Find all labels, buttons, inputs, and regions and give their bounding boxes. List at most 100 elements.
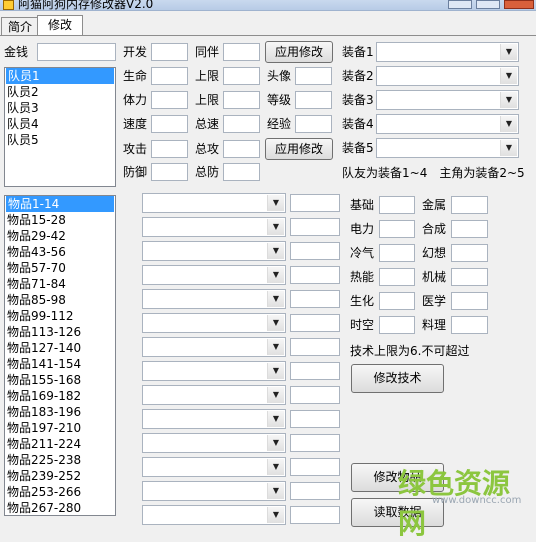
item-quantity-input[interactable] <box>290 314 340 332</box>
item-list[interactable]: 物品1-14 物品15-28 物品29-42 物品43-56 物品57-70 物品71-8… <box>4 195 116 516</box>
item-select[interactable]: ▼ <box>142 337 286 357</box>
stat-input[interactable] <box>223 91 260 109</box>
item-quantity-input[interactable] <box>290 386 340 404</box>
chevron-down-icon[interactable]: ▼ <box>500 116 517 132</box>
tech-input[interactable] <box>379 244 415 262</box>
item-quantity-input[interactable] <box>290 506 340 524</box>
tech-input[interactable] <box>379 316 415 334</box>
item-list-item[interactable]: 物品211-224 <box>5 436 115 452</box>
chevron-down-icon[interactable]: ▼ <box>500 44 517 60</box>
item-select[interactable]: ▼ <box>142 361 286 381</box>
chevron-down-icon[interactable]: ▼ <box>267 219 284 235</box>
tech-input[interactable] <box>451 268 488 286</box>
chevron-down-icon[interactable]: ▼ <box>500 140 517 156</box>
item-list-item[interactable]: 物品169-182 <box>5 388 115 404</box>
item-list-item[interactable]: 物品85-98 <box>5 292 115 308</box>
chevron-down-icon[interactable]: ▼ <box>267 315 284 331</box>
tech-input[interactable] <box>379 196 415 214</box>
item-select[interactable]: ▼ <box>142 289 286 309</box>
chevron-down-icon[interactable]: ▼ <box>267 387 284 403</box>
chevron-down-icon[interactable]: ▼ <box>267 243 284 259</box>
stat-input[interactable] <box>223 115 260 133</box>
chevron-down-icon[interactable]: ▼ <box>267 459 284 475</box>
item-quantity-input[interactable] <box>290 194 340 212</box>
stat-input[interactable] <box>151 91 188 109</box>
item-list-item[interactable]: 物品197-210 <box>5 420 115 436</box>
item-select[interactable]: ▼ <box>142 241 286 261</box>
item-quantity-input[interactable] <box>290 410 340 428</box>
stat-input[interactable] <box>223 163 260 181</box>
item-list-item[interactable]: 物品113-126 <box>5 324 115 340</box>
modify-tech-button[interactable]: 修改技术 <box>351 364 444 393</box>
stat-input[interactable] <box>151 67 188 85</box>
item-select[interactable]: ▼ <box>142 433 286 453</box>
equipment-select[interactable]: ▼ <box>376 114 519 134</box>
item-select[interactable]: ▼ <box>142 313 286 333</box>
item-select[interactable]: ▼ <box>142 481 286 501</box>
stat-input[interactable] <box>295 67 332 85</box>
chevron-down-icon[interactable]: ▼ <box>267 339 284 355</box>
chevron-down-icon[interactable]: ▼ <box>267 267 284 283</box>
tech-input[interactable] <box>379 220 415 238</box>
chevron-down-icon[interactable]: ▼ <box>267 507 284 523</box>
item-select[interactable]: ▼ <box>142 217 286 237</box>
item-select[interactable]: ▼ <box>142 193 286 213</box>
item-list-item[interactable]: 物品99-112 <box>5 308 115 324</box>
equipment-select[interactable]: ▼ <box>376 90 519 110</box>
gold-input[interactable] <box>37 43 116 61</box>
member-list[interactable]: 队员1 队员2 队员3 队员4 队员5 <box>4 67 116 187</box>
tech-input[interactable] <box>451 244 488 262</box>
tech-input[interactable] <box>451 316 488 334</box>
item-list-item[interactable]: 物品267-280 <box>5 500 115 515</box>
stat-input[interactable] <box>295 91 332 109</box>
item-list-item[interactable]: 物品1-14 <box>6 196 114 212</box>
item-list-item[interactable]: 物品57-70 <box>5 260 115 276</box>
tech-input[interactable] <box>451 292 488 310</box>
chevron-down-icon[interactable]: ▼ <box>267 435 284 451</box>
item-quantity-input[interactable] <box>290 290 340 308</box>
stat-input[interactable] <box>151 163 188 181</box>
stat-input[interactable] <box>223 67 260 85</box>
stat-input[interactable] <box>151 43 188 61</box>
member-list-item[interactable]: 队员3 <box>5 100 115 116</box>
stat-input[interactable] <box>151 140 188 158</box>
stat-input[interactable] <box>295 115 332 133</box>
item-list-item[interactable]: 物品29-42 <box>5 228 115 244</box>
minimize-button[interactable] <box>448 0 472 9</box>
equipment-select[interactable]: ▼ <box>376 42 519 62</box>
tech-input[interactable] <box>451 196 488 214</box>
tab-modify[interactable]: 修改 <box>37 15 83 36</box>
stat-input[interactable] <box>223 140 260 158</box>
item-quantity-input[interactable] <box>290 338 340 356</box>
item-select[interactable]: ▼ <box>142 409 286 429</box>
tech-input[interactable] <box>379 268 415 286</box>
chevron-down-icon[interactable]: ▼ <box>267 195 284 211</box>
tech-input[interactable] <box>451 220 488 238</box>
item-quantity-input[interactable] <box>290 362 340 380</box>
chevron-down-icon[interactable]: ▼ <box>500 68 517 84</box>
item-quantity-input[interactable] <box>290 482 340 500</box>
item-list-item[interactable]: 物品239-252 <box>5 468 115 484</box>
chevron-down-icon[interactable]: ▼ <box>267 483 284 499</box>
chevron-down-icon[interactable]: ▼ <box>267 291 284 307</box>
item-select[interactable]: ▼ <box>142 505 286 525</box>
item-select[interactable]: ▼ <box>142 385 286 405</box>
item-quantity-input[interactable] <box>290 242 340 260</box>
item-list-item[interactable]: 物品127-140 <box>5 340 115 356</box>
item-list-item[interactable]: 物品141-154 <box>5 356 115 372</box>
member-list-item[interactable]: 队员2 <box>5 84 115 100</box>
equipment-select[interactable]: ▼ <box>376 138 519 158</box>
item-list-item[interactable]: 物品15-28 <box>5 212 115 228</box>
chevron-down-icon[interactable]: ▼ <box>267 411 284 427</box>
item-list-item[interactable]: 物品43-56 <box>5 244 115 260</box>
chevron-down-icon[interactable]: ▼ <box>267 363 284 379</box>
maximize-button[interactable] <box>476 0 500 9</box>
stat-input[interactable] <box>223 43 260 61</box>
item-list-item[interactable]: 物品225-238 <box>5 452 115 468</box>
item-quantity-input[interactable] <box>290 458 340 476</box>
member-list-item[interactable]: 队员4 <box>5 116 115 132</box>
item-list-item[interactable]: 物品155-168 <box>5 372 115 388</box>
item-select[interactable]: ▼ <box>142 457 286 477</box>
item-list-item[interactable]: 物品183-196 <box>5 404 115 420</box>
item-list-item[interactable]: 物品253-266 <box>5 484 115 500</box>
